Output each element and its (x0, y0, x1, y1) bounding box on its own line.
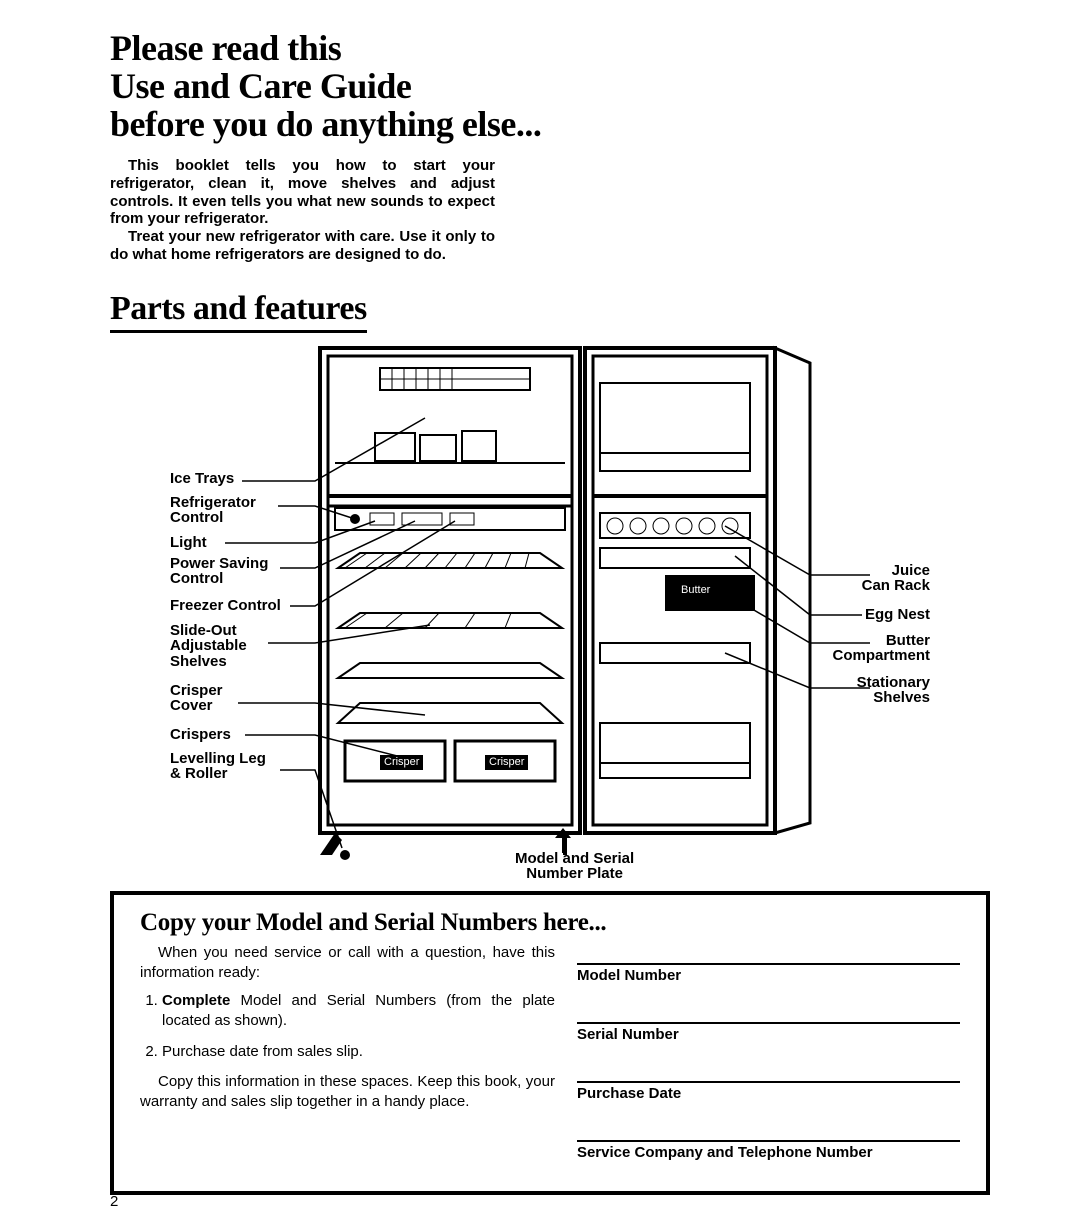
purchase-date-label: Purchase Date (577, 1085, 960, 1102)
callout-egg-nest: Egg Nest (865, 607, 930, 623)
service-company-label: Service Company and Telephone Number (577, 1144, 960, 1161)
info-list-item-1: Complete Model and Serial Numbers (from … (162, 991, 555, 1032)
info-box-left-column: When you need service or call with a que… (140, 943, 555, 1161)
info-box-heading: Copy your Model and Serial Numbers here.… (140, 909, 960, 937)
callout-butter-compartment: Butter Compartment (832, 633, 930, 665)
callout-freezer-control: Freezer Control (170, 598, 281, 614)
callout-ice-trays: Ice Trays (170, 471, 234, 487)
intro-paragraph-2: Treat your new refrigerator with care. U… (110, 228, 495, 263)
inset-label-butter: Butter (677, 583, 714, 598)
info-list-item-2: Purchase date from sales slip. (162, 1042, 555, 1062)
purchase-date-line[interactable] (577, 1061, 960, 1083)
model-serial-info-box: Copy your Model and Serial Numbers here.… (110, 891, 990, 1195)
section-heading-parts: Parts and features (110, 290, 367, 333)
model-number-label: Model Number (577, 967, 960, 984)
service-company-line[interactable] (577, 1120, 960, 1142)
model-number-line[interactable] (577, 943, 960, 965)
callout-refrigerator-control: Refrigerator Control (170, 495, 256, 527)
callout-juice-can-rack: Juice Can Rack (862, 563, 930, 595)
info-item1-bold: Complete (162, 992, 230, 1009)
fridge-illustration-svg (170, 343, 930, 883)
callout-stationary-shelves: Stationary Shelves (857, 675, 930, 707)
serial-number-label: Serial Number (577, 1026, 960, 1043)
callout-crispers: Crispers (170, 727, 231, 743)
callout-crisper-cover: Crisper Cover (170, 683, 223, 715)
serial-number-line[interactable] (577, 1002, 960, 1024)
page-title: Please read this Use and Care Guide befo… (110, 30, 990, 143)
inset-label-crisper1: Crisper (380, 755, 423, 770)
page-number: 2 (110, 1193, 118, 1210)
callout-slide-out-shelves: Slide-Out Adjustable Shelves (170, 623, 247, 670)
intro-paragraph-1: This booklet tells you how to start your… (110, 157, 495, 228)
info-intro: When you need service or call with a que… (140, 943, 555, 984)
refrigerator-diagram: Ice Trays Refrigerator Control Light Pow… (170, 343, 930, 883)
info-box-right-column: Model Number Serial Number Purchase Date… (577, 943, 960, 1161)
callout-levelling-leg: Levelling Leg & Roller (170, 751, 266, 783)
inset-label-crisper2: Crisper (485, 755, 528, 770)
callout-power-saving-control: Power Saving Control (170, 556, 268, 588)
intro-text: This booklet tells you how to start your… (110, 157, 495, 263)
callout-light: Light (170, 535, 207, 551)
callout-model-serial-plate: Model and Serial Number Plate (515, 851, 634, 883)
info-outro: Copy this information in these spaces. K… (140, 1072, 555, 1113)
